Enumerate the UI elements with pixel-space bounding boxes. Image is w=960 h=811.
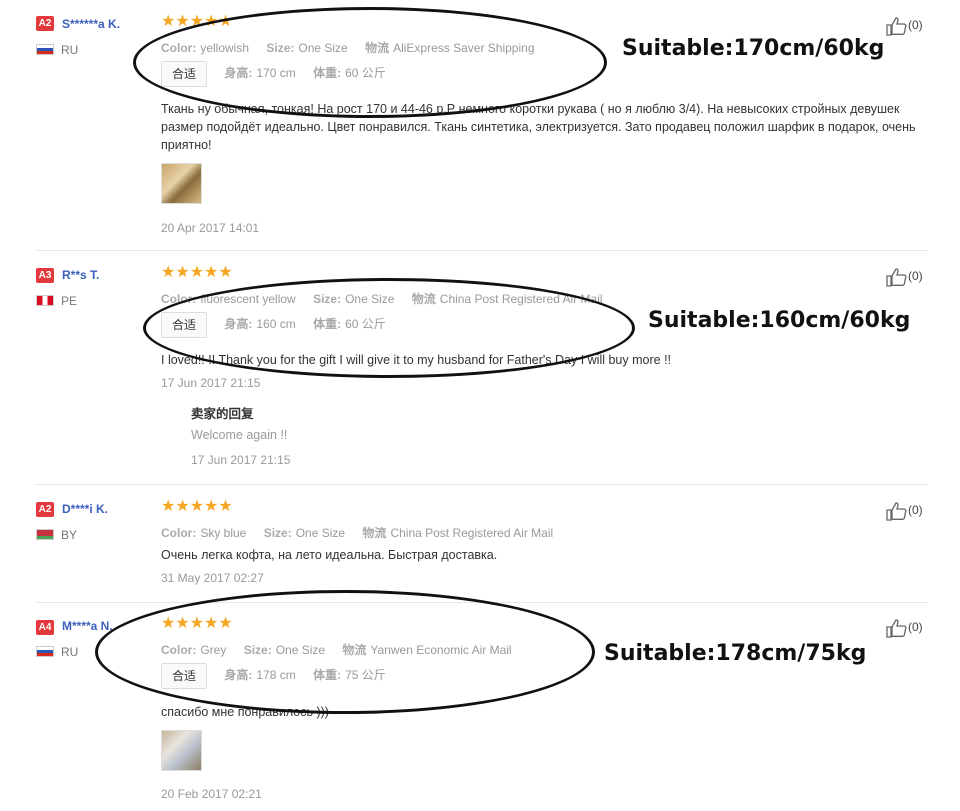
country-flag-icon [36,44,54,55]
annotation-ellipse [143,278,635,378]
buyer-name[interactable]: S******a K. [62,17,120,31]
review-text: Очень легка кофта, на лето идеальна. Быс… [161,548,498,562]
size-label: Size: [263,526,292,540]
buyer-country: BY [61,528,78,542]
review-date: 17 Jun 2017 21:15 [161,376,261,390]
annotation-ellipse [133,7,607,118]
star-rating: ★★★★★ [161,264,233,281]
buyer-level-badge: A2 [36,16,54,31]
size-annotation: Suitable:160cm/60kg [648,308,911,333]
annotation-ellipse [95,590,595,714]
shipping-label: 物流 [362,526,387,540]
order-properties: Color: Sky blue Size: One Size 物流 China Pos… [161,524,553,541]
review-divider [36,484,928,485]
seller-reply-text: Welcome again !! [191,428,288,442]
thumbs-up-icon [886,619,907,638]
color-value: Sky blue [200,526,247,540]
buyer-name[interactable]: D****i K. [62,502,108,516]
shipping-value: China Post Registered Air Mail [390,526,554,540]
country-flag-icon [36,295,54,306]
helpful-button[interactable]: (0) [886,16,923,36]
helpful-button[interactable]: (0) [886,618,923,638]
buyer-country: PE [61,294,78,308]
country-flag-icon [36,529,54,540]
country-flag-icon [36,646,54,657]
review-date: 20 Apr 2017 14:01 [161,221,260,235]
size-value: One Size [295,526,346,540]
review-divider [36,250,928,251]
buyer-level-badge: A2 [36,502,54,517]
seller-reply-title: 卖家的回复 [191,407,254,421]
buyer-country: RU [61,645,79,659]
buyer-country: RU [61,43,79,57]
helpful-count: (0) [908,503,923,518]
thumbs-up-icon [886,268,907,287]
seller-reply-date: 17 Jun 2017 21:15 [191,453,291,467]
size-annotation: Suitable:178cm/75kg [604,641,867,666]
helpful-button[interactable]: (0) [886,267,923,287]
buyer-level-badge: A3 [36,268,54,283]
helpful-button[interactable]: (0) [886,501,923,521]
thumbs-up-icon [886,17,907,36]
helpful-count: (0) [908,620,923,635]
star-rating: ★★★★★ [161,498,233,515]
review-date: 20 Feb 2017 02:21 [161,787,262,801]
helpful-count: (0) [908,269,923,284]
buyer-name[interactable]: M****a N. [62,619,113,633]
review-photo-thumbnail[interactable] [161,163,202,204]
helpful-count: (0) [908,18,923,33]
review-photo-thumbnail[interactable] [161,730,202,771]
buyer-name[interactable]: R**s T. [62,268,99,282]
size-annotation: Suitable:170cm/60kg [622,36,885,61]
thumbs-up-icon [886,502,907,521]
review-date: 31 May 2017 02:27 [161,571,264,585]
color-label: Color: [161,526,197,540]
buyer-level-badge: A4 [36,620,54,635]
